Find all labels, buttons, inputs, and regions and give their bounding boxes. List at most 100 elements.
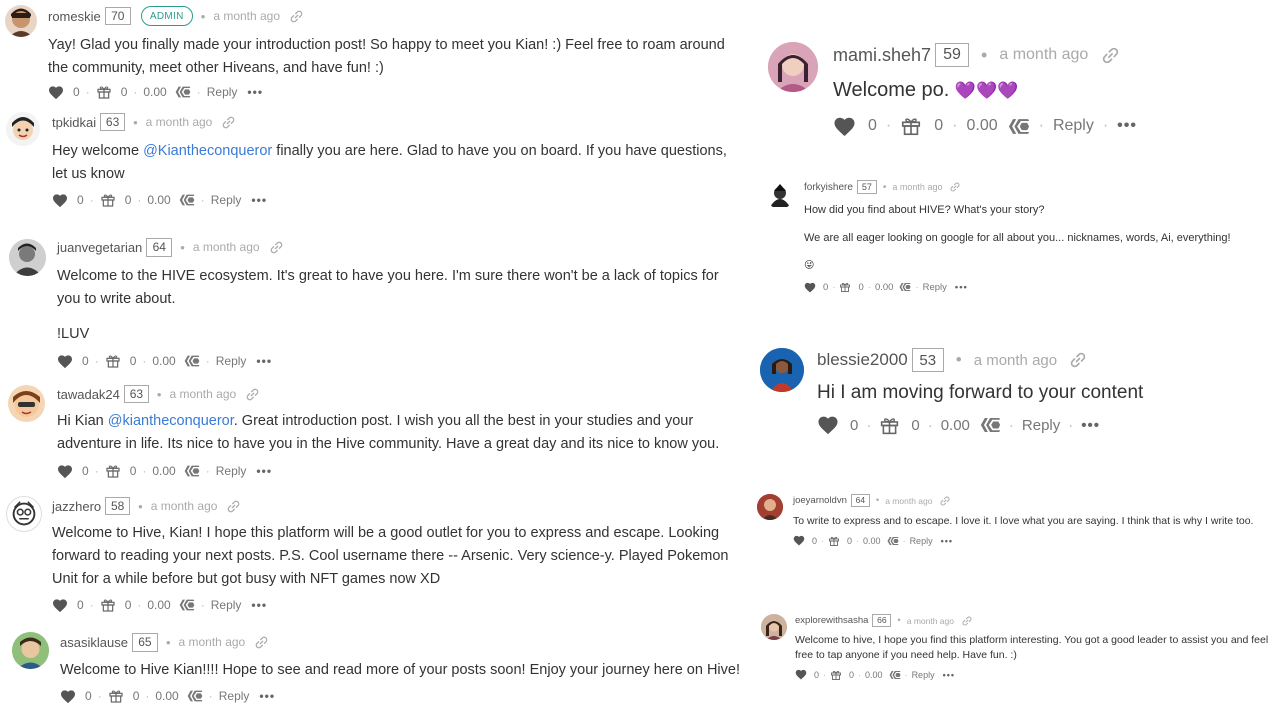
username[interactable]: jazzhero [52,499,101,514]
timestamp[interactable]: a month ago [179,635,246,649]
timestamp[interactable]: a month ago [169,387,236,401]
reply-button[interactable]: Reply [216,354,247,368]
avatar[interactable] [768,42,818,92]
upvote-heart-icon[interactable] [57,354,73,369]
payout-value[interactable]: 0.00 [147,193,170,207]
upvote-heart-icon[interactable] [60,689,76,704]
username[interactable]: tpkidkai [52,115,96,130]
timestamp[interactable]: a month ago [885,496,932,506]
upvote-heart-icon[interactable] [52,193,68,208]
avatar[interactable] [6,112,40,146]
gift-icon[interactable] [900,115,922,137]
gift-icon[interactable] [828,535,840,547]
avatar[interactable] [760,348,804,392]
reply-button[interactable]: Reply [216,464,247,478]
avatar[interactable] [757,494,783,520]
link-icon[interactable] [222,116,235,129]
username[interactable]: mami.sheh7 [833,45,931,66]
link-icon[interactable] [1070,352,1086,368]
more-options-icon[interactable]: ••• [251,193,267,207]
payout-value[interactable]: 0.00 [155,689,178,703]
upvote-heart-icon[interactable] [52,598,68,613]
link-icon[interactable] [246,388,259,401]
more-options-icon[interactable]: ••• [941,536,953,546]
link-icon[interactable] [290,10,303,23]
username[interactable]: juanvegetarian [57,240,142,255]
more-options-icon[interactable]: ••• [256,464,272,478]
reply-button[interactable]: Reply [211,598,242,612]
gift-icon[interactable] [105,353,121,369]
timestamp[interactable]: a month ago [151,499,218,513]
avatar[interactable] [761,614,787,640]
avatar[interactable] [8,385,45,422]
payout-value[interactable]: 0.00 [147,598,170,612]
link-icon[interactable] [1102,47,1119,64]
more-options-icon[interactable]: ••• [955,282,968,293]
reply-button[interactable]: Reply [1053,117,1094,135]
reply-button[interactable]: Reply [219,689,250,703]
link-icon[interactable] [227,500,240,513]
reply-button[interactable]: Reply [912,670,935,680]
payout-value[interactable]: 0.00 [152,354,175,368]
avatar[interactable] [766,181,794,209]
gift-icon[interactable] [108,688,124,704]
more-options-icon[interactable]: ••• [1081,417,1100,434]
link-icon[interactable] [950,182,960,192]
payout-value[interactable]: 0.00 [143,85,166,99]
username[interactable]: joeyarnoldvn [793,495,847,506]
timestamp[interactable]: a month ago [907,616,954,626]
username[interactable]: romeskie [48,9,101,24]
username[interactable]: blessie2000 [817,350,908,370]
upvote-heart-icon[interactable] [817,415,839,435]
reply-button[interactable]: Reply [923,282,947,293]
payout-value[interactable]: 0.00 [152,464,175,478]
timestamp[interactable]: a month ago [892,182,942,192]
username[interactable]: forkyishere [804,182,853,193]
timestamp[interactable]: a month ago [974,352,1057,369]
more-options-icon[interactable]: ••• [247,85,263,99]
upvote-heart-icon[interactable] [804,282,816,293]
payout-value[interactable]: 0.00 [966,117,997,135]
gift-icon[interactable] [100,192,116,208]
avatar[interactable] [6,496,42,532]
payout-value[interactable]: 0.00 [863,536,881,546]
username[interactable]: tawadak24 [57,387,120,402]
link-icon[interactable] [270,241,283,254]
more-options-icon[interactable]: ••• [259,689,275,703]
reply-button[interactable]: Reply [910,536,933,546]
upvote-heart-icon[interactable] [795,669,807,680]
reply-button[interactable]: Reply [211,193,242,207]
more-options-icon[interactable]: ••• [943,670,955,680]
gift-icon[interactable] [100,597,116,613]
timestamp[interactable]: a month ago [146,115,213,129]
payout-value[interactable]: 0.00 [941,417,970,434]
upvote-heart-icon[interactable] [57,464,73,479]
gift-icon[interactable] [830,669,842,681]
upvote-heart-icon[interactable] [793,535,805,546]
reply-button[interactable]: Reply [207,85,238,99]
username[interactable]: explorewithsasha [795,615,868,626]
reply-button[interactable]: Reply [1022,417,1060,434]
link-icon[interactable] [255,636,268,649]
timestamp[interactable]: a month ago [213,9,280,23]
upvote-heart-icon[interactable] [833,116,856,137]
avatar[interactable] [5,5,37,37]
avatar[interactable] [9,239,46,276]
more-options-icon[interactable]: ••• [256,354,272,368]
timestamp[interactable]: a month ago [999,46,1088,64]
user-mention-link[interactable]: @kiantheconqueror [108,413,234,429]
upvote-heart-icon[interactable] [48,85,64,100]
payout-value[interactable]: 0.00 [875,282,894,293]
gift-icon[interactable] [879,415,900,436]
more-options-icon[interactable]: ••• [251,598,267,612]
link-icon[interactable] [962,616,972,626]
timestamp[interactable]: a month ago [193,240,260,254]
gift-icon[interactable] [105,463,121,479]
gift-icon[interactable] [96,84,112,100]
link-icon[interactable] [940,496,950,506]
payout-value[interactable]: 0.00 [865,670,883,680]
more-options-icon[interactable]: ••• [1117,117,1137,135]
gift-icon[interactable] [839,281,851,293]
username[interactable]: asasiklause [60,635,128,650]
avatar[interactable] [12,632,49,669]
